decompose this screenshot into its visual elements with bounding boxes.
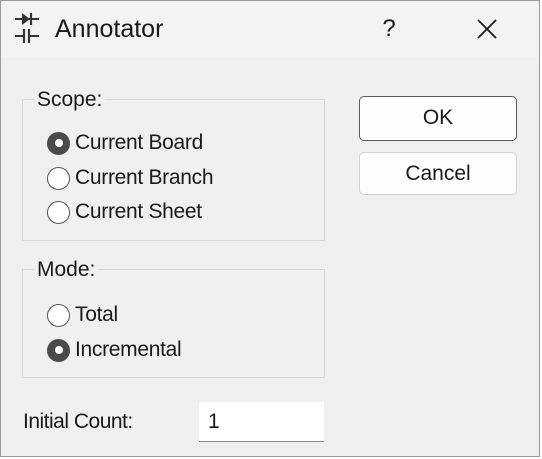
radio-current-branch[interactable] — [47, 166, 70, 190]
scope-option-current-sheet[interactable]: Current Sheet — [47, 197, 202, 227]
window-title: Annotator — [55, 15, 164, 43]
ok-button[interactable]: OK — [359, 96, 517, 141]
radio-label-current-sheet: Current Sheet — [75, 200, 202, 223]
radio-label-total: Total — [75, 303, 118, 326]
radio-current-sheet[interactable] — [47, 200, 70, 224]
cancel-button[interactable]: Cancel — [359, 152, 517, 195]
radio-total[interactable] — [47, 303, 70, 327]
diode-capacitor-icon — [13, 12, 41, 44]
title-bar[interactable]: Annotator ? — [1, 1, 539, 57]
initial-count-label: Initial Count: — [23, 410, 133, 433]
scope-option-current-board[interactable]: Current Board — [47, 128, 203, 158]
radio-current-board[interactable] — [47, 131, 70, 155]
mode-option-incremental[interactable]: Incremental — [47, 335, 182, 365]
radio-label-current-board: Current Board — [75, 131, 203, 154]
help-button[interactable]: ? — [361, 7, 417, 51]
radio-label-current-branch: Current Branch — [75, 166, 214, 189]
mode-group-label: Mode: — [34, 259, 99, 281]
radio-incremental[interactable] — [47, 338, 70, 362]
mode-option-total[interactable]: Total — [47, 300, 118, 330]
annotator-dialog: Annotator ? Scope: Current Board Current… — [0, 0, 540, 457]
close-button[interactable] — [457, 7, 517, 51]
scope-option-current-branch[interactable]: Current Branch — [47, 163, 214, 193]
scope-group-label: Scope: — [34, 89, 106, 111]
initial-count-input[interactable] — [199, 402, 324, 442]
radio-label-incremental: Incremental — [75, 338, 182, 361]
